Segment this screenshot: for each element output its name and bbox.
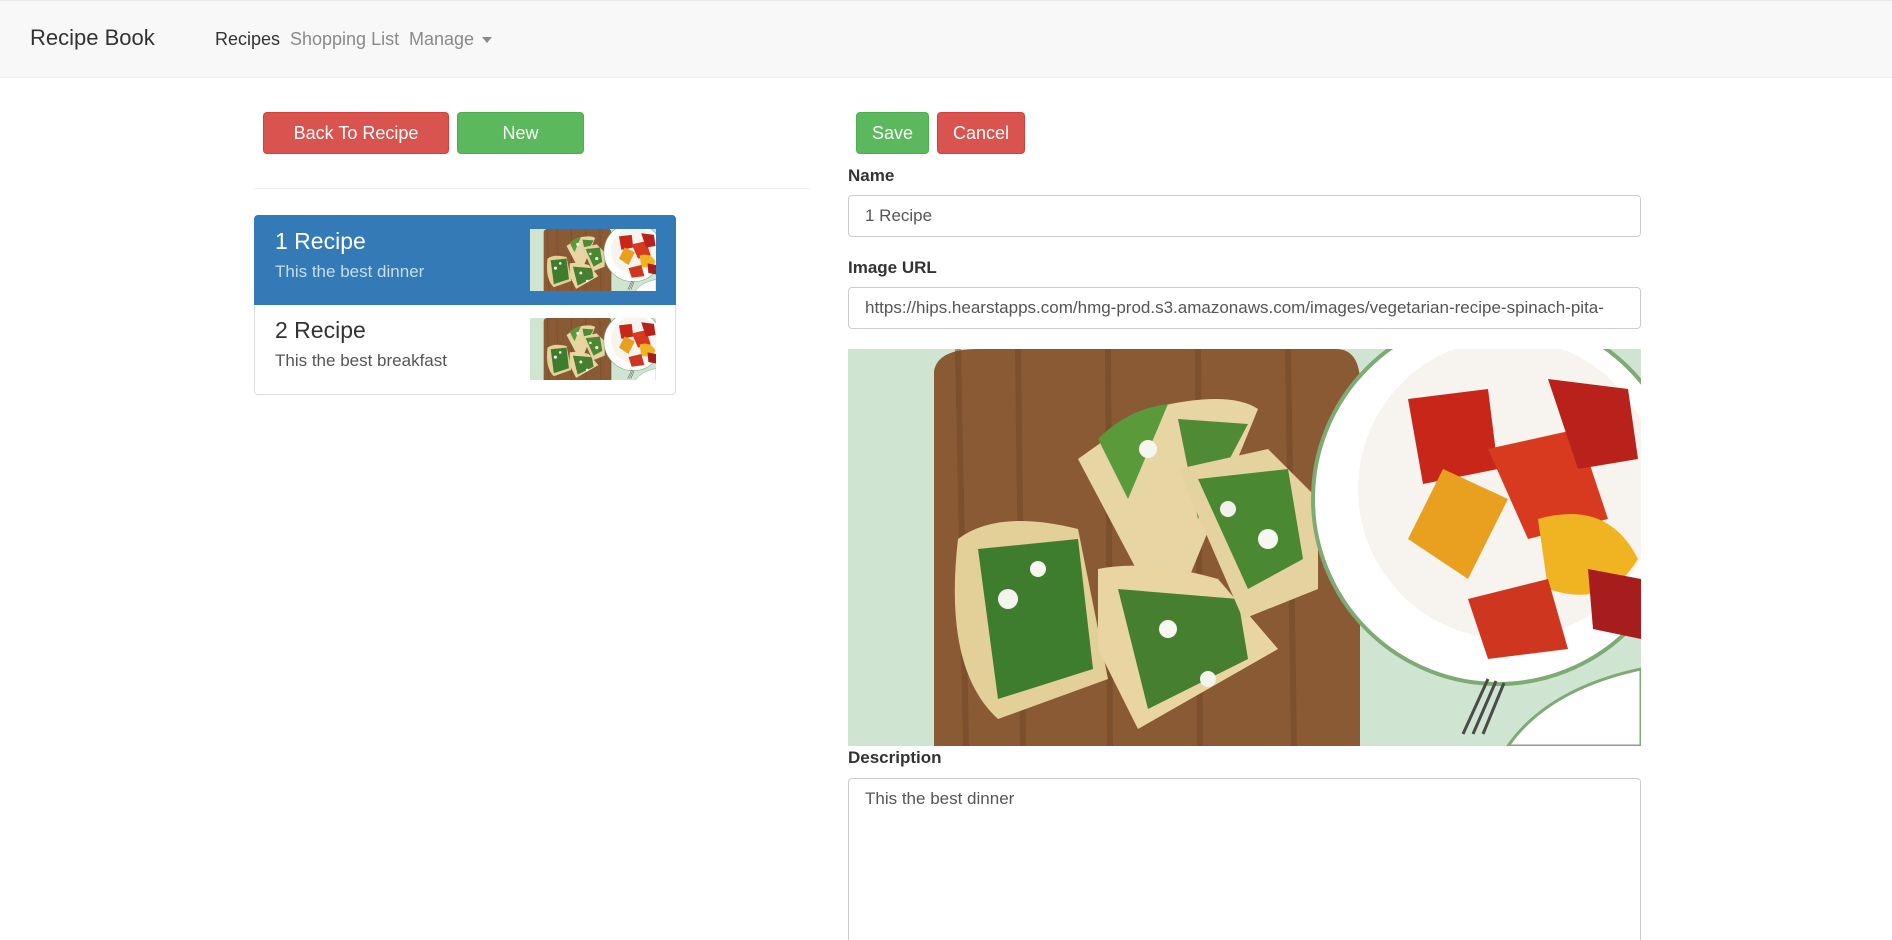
recipe-description: This the best dinner [275,262,425,281]
back-to-recipe-list-button[interactable]: Back To Recipe List [263,112,449,183]
recipe-list-item[interactable]: 2 Recipe This the best breakfast [254,305,676,395]
save-button[interactable]: Save [856,112,929,154]
nav-manage-dropdown[interactable]: Manage [409,29,493,50]
recipe-thumbnail-image [530,318,656,380]
nav-manage-label: Manage [409,29,475,49]
name-label: Name [848,166,895,185]
divider [254,188,810,189]
name-input[interactable]: 1 Recipe [848,195,1641,237]
description-textarea[interactable]: This the best dinner [848,778,1641,940]
top-navbar: Recipe Book Recipes Shopping List Manage [0,0,1892,78]
brand-link[interactable]: Recipe Book [30,25,155,51]
cancel-button[interactable]: Cancel [937,112,1025,154]
new-recipe-button[interactable]: New Recipe [457,112,584,183]
description-label: Description [848,748,942,767]
recipe-name: 1 Recipe [275,228,366,254]
recipe-list-item[interactable]: 1 Recipe This the best dinner [254,215,676,305]
nav-recipes[interactable]: Recipes [215,29,280,50]
recipe-list: 1 Recipe This the best dinner 2 Recipe T… [254,215,676,395]
recipe-image-preview [848,349,1641,746]
nav-shopping-list[interactable]: Shopping List [290,29,399,50]
image-url-input[interactable]: https://hips.hearstapps.com/hmg-prod.s3.… [848,287,1641,329]
recipe-name: 2 Recipe [275,317,366,343]
image-url-label: Image URL [848,258,937,277]
caret-down-icon [482,37,493,44]
recipe-description: This the best breakfast [275,351,447,370]
recipe-thumbnail-image [530,229,656,291]
